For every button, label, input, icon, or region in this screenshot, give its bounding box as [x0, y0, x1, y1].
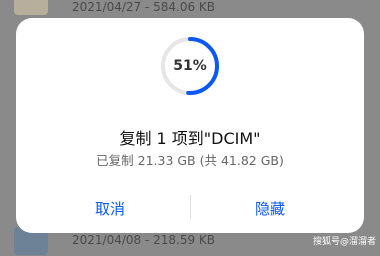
- dialog-title: 复制 1 项到"DCIM": [119, 129, 261, 148]
- progress-ring: 51%: [159, 35, 221, 97]
- hide-button[interactable]: 隐藏: [200, 196, 340, 220]
- copy-progress-dialog: 51% 复制 1 项到"DCIM" 已复制 21.33 GB (共 41.82 …: [16, 18, 364, 233]
- file-meta: 2021/04/27 - 584.06 KB: [72, 0, 216, 14]
- button-divider: [190, 195, 191, 219]
- watermark: 搜狐号@溜溜者: [312, 237, 376, 247]
- cancel-button[interactable]: 取消: [40, 196, 180, 220]
- progress-percent: 51%: [173, 58, 207, 74]
- file-meta: 2021/04/08 - 218.59 KB: [72, 233, 216, 247]
- file-thumbnail: [14, 0, 48, 15]
- copy-status: 已复制 21.33 GB (共 41.82 GB): [96, 153, 284, 168]
- background-list-item-top: 2021/04/27 - 584.06 KB: [0, 0, 380, 16]
